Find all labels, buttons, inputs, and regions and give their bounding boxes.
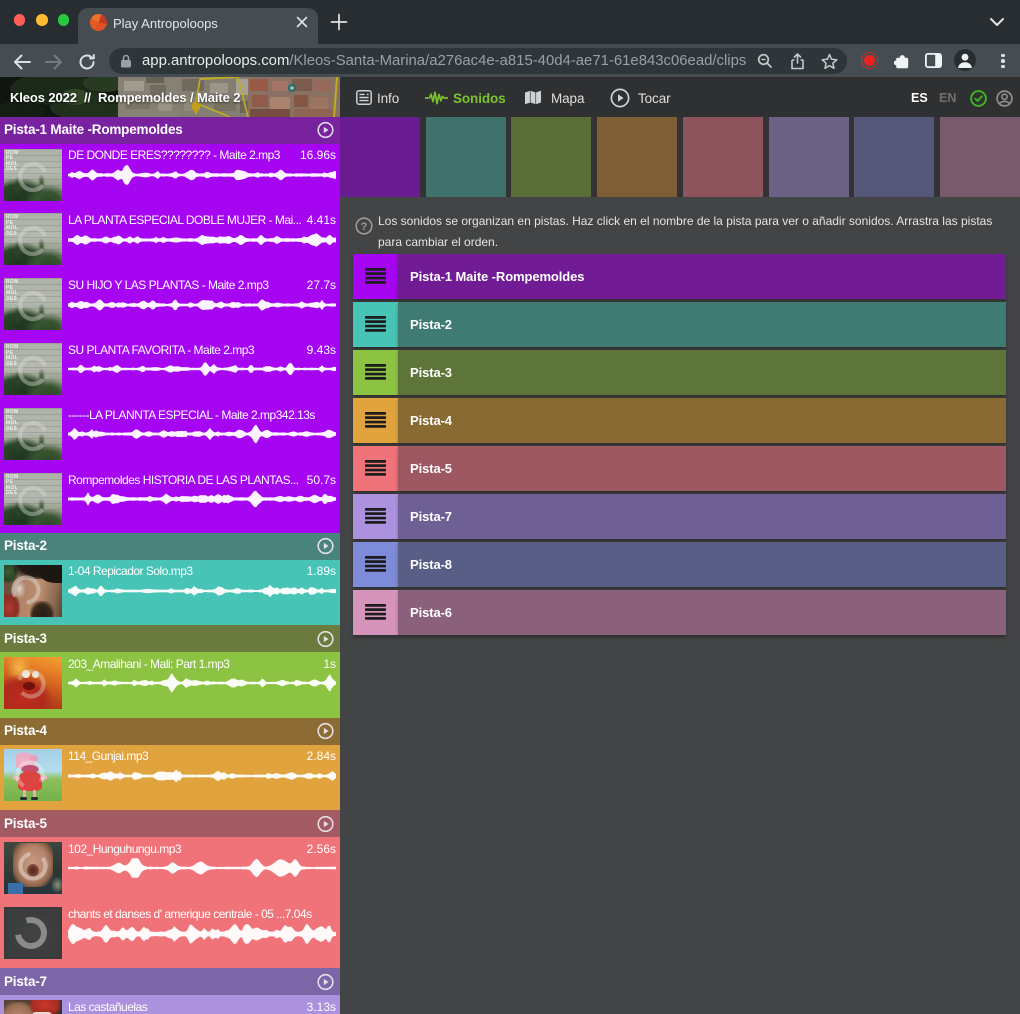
- svg-text:?: ?: [361, 221, 368, 233]
